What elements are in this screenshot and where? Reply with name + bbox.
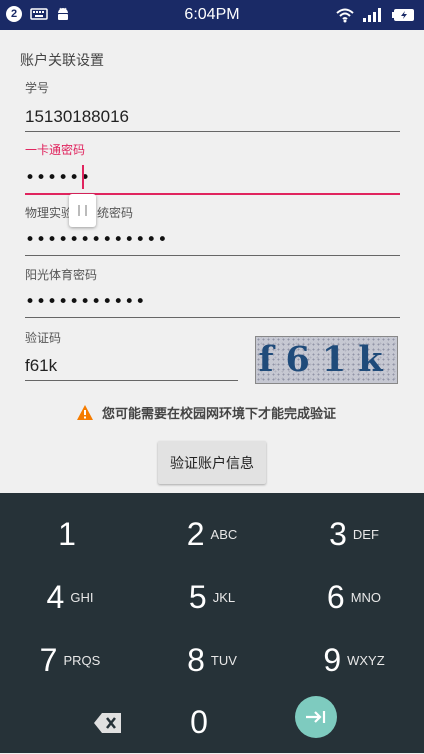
physics-password-input[interactable]: ••••••••••••• [25, 230, 168, 250]
status-bar: 2 6:04PM [0, 0, 424, 30]
key-3-letters: DEF [352, 527, 379, 542]
sunshine-pe-password-input[interactable]: ••••••••••• [25, 292, 146, 312]
wifi-icon [336, 8, 354, 23]
verify-account-button[interactable]: 验证账户信息 [158, 441, 266, 484]
key-2-letters: ABC [210, 527, 238, 542]
key-7-number: 7 [39, 642, 58, 678]
sunshine-pe-password-underline [25, 317, 400, 318]
student-id-underline [25, 131, 400, 132]
account-settings-form: 账户关联设置 学号 15130188016 一卡通密码 •••••• 物理实验课… [0, 30, 424, 493]
battery-charging-icon [392, 9, 414, 21]
key-2-number: 2 [186, 516, 205, 552]
key-4[interactable]: 4 GHI [0, 566, 140, 629]
next-arrow-icon [306, 710, 326, 723]
backspace-icon [94, 712, 121, 733]
next-button-circle [295, 695, 337, 738]
student-id-input[interactable]: 15130188016 [25, 107, 129, 127]
key-6-number: 6 [326, 579, 345, 615]
captcha-label: 验证码 [25, 331, 62, 345]
key-3[interactable]: 3 DEF [284, 503, 424, 566]
captcha-image[interactable]: f61k [255, 336, 398, 384]
key-5[interactable]: 5 JKL [142, 566, 282, 629]
key-5-number: 5 [188, 579, 207, 615]
key-7[interactable]: 7 PRQS [0, 629, 140, 692]
key-6[interactable]: 6 MNO [284, 566, 424, 629]
key-8[interactable]: 8 TUV [142, 629, 282, 692]
captcha-image-text: f61k [258, 339, 395, 380]
captcha-underline [25, 380, 238, 381]
signal-icon [363, 8, 381, 22]
key-8-letters: TUV [210, 653, 237, 668]
key-1[interactable]: 1 [0, 503, 140, 566]
key-5-letters: JKL [212, 590, 236, 605]
numeric-keyboard: 1 2 ABC 3 DEF 4 GHI 5 JKL 6 MNO 7 PRQS 8 TUV 9W… [0, 493, 424, 753]
key-8-number: 8 [187, 642, 205, 678]
text-selection-handle[interactable] [69, 194, 96, 227]
key-4-letters: GHI [70, 590, 94, 605]
key-9-letters: WXYZ [347, 653, 385, 668]
section-title: 账户关联设置 [20, 53, 104, 69]
key-0-number: 0 [190, 704, 208, 740]
status-right-icons [336, 7, 416, 23]
key-9-number: 9 [323, 642, 342, 678]
card-password-label: 一卡通密码 [25, 143, 86, 157]
student-id-label: 学号 [25, 81, 50, 95]
physics-password-underline [25, 255, 400, 256]
text-cursor [82, 165, 84, 189]
network-warning: 您可能需要在校园网环境下才能完成验证 [76, 403, 336, 422]
key-3-number: 3 [329, 516, 347, 552]
warning-icon [77, 404, 93, 420]
key-4-number: 4 [46, 579, 65, 615]
key-1-number: 1 [58, 516, 76, 552]
warning-text: 您可能需要在校园网环境下才能完成验证 [102, 407, 337, 422]
key-6-letters: MNO [350, 590, 382, 605]
key-7-letters: PRQS [63, 653, 101, 668]
key-2[interactable]: 2 ABC [142, 503, 282, 566]
sunshine-pe-password-label: 阳光体育密码 [25, 268, 98, 282]
captcha-input[interactable]: f61k [25, 356, 57, 376]
next-key[interactable] [246, 685, 386, 748]
key-9[interactable]: 9 WXYZ [284, 629, 424, 692]
